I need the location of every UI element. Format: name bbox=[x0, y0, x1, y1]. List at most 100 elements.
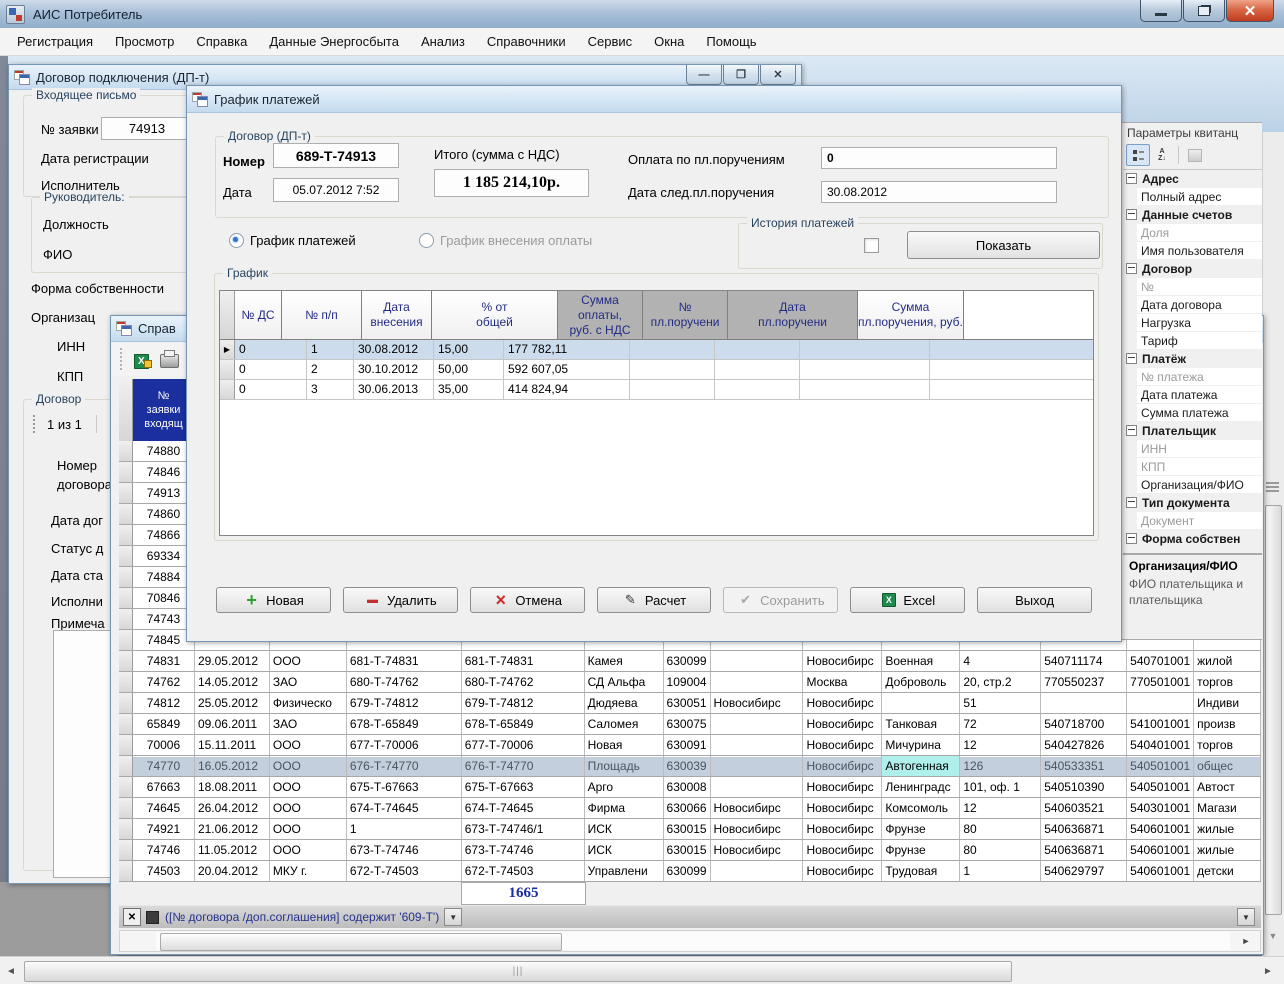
property-row[interactable]: Доля bbox=[1123, 224, 1262, 242]
menu-item[interactable]: Анализ bbox=[410, 30, 476, 53]
property-row[interactable]: КПП bbox=[1123, 458, 1262, 476]
dialog-button[interactable]: Расчет bbox=[596, 587, 712, 613]
dialog-button[interactable]: Сохранить bbox=[723, 587, 839, 613]
table-row[interactable]: 70006 15.11.2011 ООО 677-Т-70006 677-Т-7… bbox=[119, 735, 1262, 756]
record-pager[interactable]: 1 из 1 bbox=[33, 415, 97, 433]
column-header[interactable]: № пл.поручени bbox=[643, 291, 728, 339]
print-icon[interactable] bbox=[160, 350, 179, 368]
schedule-row[interactable]: 0 3 30.06.2013 35,00 414 824,94 bbox=[220, 380, 1093, 400]
property-row[interactable]: Форма собствен bbox=[1123, 530, 1262, 548]
table-row[interactable]: 74762 14.05.2012 ЗАО 680-Т-74762 680-Т-7… bbox=[119, 672, 1262, 693]
close-button[interactable]: ✕ bbox=[1226, 0, 1274, 22]
scroll-right-icon[interactable]: ► bbox=[1238, 933, 1254, 949]
property-row[interactable]: ИНН bbox=[1123, 440, 1262, 458]
show-button[interactable]: Показать bbox=[907, 231, 1100, 259]
collapse-icon[interactable] bbox=[1126, 425, 1137, 436]
collapse-icon[interactable] bbox=[1126, 353, 1137, 364]
property-row[interactable]: Договор bbox=[1123, 260, 1262, 278]
column-header[interactable]: Сумма оплаты, руб. с НДС bbox=[558, 291, 643, 339]
collapse-icon[interactable] bbox=[1126, 533, 1137, 544]
property-row[interactable]: Организация/ФИО bbox=[1123, 476, 1262, 494]
dialog-titlebar[interactable]: График платежей bbox=[187, 86, 1121, 113]
property-row[interactable]: Платёж bbox=[1123, 350, 1262, 368]
minimize-button[interactable] bbox=[1140, 0, 1182, 22]
dialog-button[interactable]: Отмена bbox=[469, 587, 585, 613]
restore-button[interactable] bbox=[1183, 0, 1225, 22]
radio-payment-entry[interactable]: График внесения оплаты bbox=[419, 233, 592, 248]
table-row[interactable]: 74645 26.04.2012 ООО 674-Т-74645 674-Т-7… bbox=[119, 798, 1262, 819]
column-header[interactable]: Дата внесения bbox=[362, 291, 432, 339]
property-pages-button[interactable] bbox=[1183, 144, 1207, 166]
property-row[interactable]: Плательщик bbox=[1123, 422, 1262, 440]
button-label: Выход bbox=[1015, 592, 1055, 608]
schedule-row[interactable]: 0 1 30.08.2012 15,00 177 782,11 bbox=[220, 340, 1093, 360]
dialog-button[interactable]: Excel bbox=[850, 587, 966, 613]
menu-item[interactable]: Помощь bbox=[695, 30, 767, 53]
column-header[interactable]: № п/п bbox=[282, 291, 362, 339]
table-row[interactable]: 74746 11.05.2012 ООО 673-Т-74746 673-Т-7… bbox=[119, 840, 1262, 861]
property-row[interactable]: Дата договора bbox=[1123, 296, 1262, 314]
column-header[interactable]: % от общей bbox=[432, 291, 558, 339]
categorized-view-button[interactable] bbox=[1126, 144, 1150, 166]
table-row[interactable]: 74831 29.05.2012 ООО 681-Т-74831 681-Т-7… bbox=[119, 651, 1262, 672]
filter-clear-icon[interactable]: ✕ bbox=[123, 908, 141, 926]
collapse-icon[interactable] bbox=[1126, 497, 1137, 508]
scroll-right-icon[interactable]: ► bbox=[1260, 962, 1276, 980]
filter-dropdown-icon[interactable]: ▼ bbox=[444, 908, 463, 926]
column-header[interactable]: № ДС bbox=[235, 291, 282, 339]
table-row[interactable]: 67663 18.08.2011 ООО 675-Т-67663 675-Т-6… bbox=[119, 777, 1262, 798]
column-header[interactable]: Дата пл.поручени bbox=[728, 291, 858, 339]
table-row[interactable]: 74503 20.04.2012 МКУ г. 672-Т-74503 672-… bbox=[119, 861, 1262, 882]
table-row[interactable]: 74770 16.05.2012 ООО 676-Т-74770 676-Т-7… bbox=[119, 756, 1262, 777]
contract-number-value: 689-Т-74913 bbox=[273, 143, 399, 168]
menu-item[interactable]: Справочники bbox=[476, 30, 577, 53]
menu-item[interactable]: Справка bbox=[185, 30, 258, 53]
request-no-field[interactable]: 74913 bbox=[101, 117, 193, 140]
scrollbar-thumb[interactable] bbox=[160, 933, 562, 951]
excel-export-icon[interactable] bbox=[134, 351, 152, 368]
property-row[interactable]: Тариф bbox=[1123, 332, 1262, 350]
scrollbar-thumb[interactable]: ||| bbox=[24, 961, 1012, 982]
scroll-left-icon[interactable]: ◄ bbox=[3, 962, 19, 980]
property-row[interactable]: Полный адрес bbox=[1123, 188, 1262, 206]
menu-item[interactable]: Окна bbox=[643, 30, 695, 53]
property-row[interactable]: № платежа bbox=[1123, 368, 1262, 386]
next-date-value[interactable]: 30.08.2012 bbox=[821, 181, 1057, 203]
child-restore-button[interactable]: ❒ bbox=[723, 65, 759, 85]
property-row[interactable]: Адрес bbox=[1123, 170, 1262, 188]
menu-item[interactable]: Сервис bbox=[577, 30, 644, 53]
property-row[interactable]: Сумма платежа bbox=[1123, 404, 1262, 422]
child-close-button[interactable]: ✕ bbox=[760, 65, 796, 85]
collapse-icon[interactable] bbox=[1126, 173, 1137, 184]
radio-payment-schedule[interactable]: График платежей bbox=[229, 233, 356, 248]
paid-value[interactable]: 0 bbox=[821, 147, 1057, 169]
scroll-down-icon[interactable]: ▼ bbox=[1265, 928, 1281, 944]
history-checkbox[interactable] bbox=[864, 238, 879, 253]
menu-item[interactable]: Просмотр bbox=[104, 30, 185, 53]
filter-checkbox[interactable] bbox=[146, 910, 159, 924]
dialog-button[interactable]: Новая bbox=[216, 587, 331, 613]
child-minimize-button[interactable]: — bbox=[686, 65, 722, 85]
property-row[interactable]: Документ bbox=[1123, 512, 1262, 530]
property-row[interactable]: Тип документа bbox=[1123, 494, 1262, 512]
dialog-button[interactable]: Выход bbox=[977, 587, 1093, 613]
property-row[interactable]: № bbox=[1123, 278, 1262, 296]
collapse-icon[interactable] bbox=[1126, 209, 1137, 220]
table-row[interactable]: 74812 25.05.2012 Физическо 679-Т-74812 6… bbox=[119, 693, 1262, 714]
property-row[interactable]: Данные счетов bbox=[1123, 206, 1262, 224]
schedule-row[interactable]: 0 2 30.10.2012 50,00 592 607,05 bbox=[220, 360, 1093, 380]
menu-item[interactable]: Данные Энергосбыта bbox=[258, 30, 410, 53]
property-row[interactable]: Имя пользователя bbox=[1123, 242, 1262, 260]
dialog-button[interactable]: Удалить bbox=[342, 587, 458, 613]
menu-item[interactable]: Регистрация bbox=[6, 30, 104, 53]
table-row[interactable]: 65849 09.06.2011 ЗАО 678-Т-65849 678-Т-6… bbox=[119, 714, 1262, 735]
alphabetical-sort-button[interactable]: A Z↓ bbox=[1150, 144, 1174, 166]
property-row[interactable]: Нагрузка bbox=[1123, 314, 1262, 332]
collapse-icon[interactable] bbox=[1126, 263, 1137, 274]
column-header[interactable]: Сумма пл.поручения, руб. bbox=[858, 291, 964, 339]
table-row[interactable]: 74921 21.06.2012 ООО 1 673-Т-74746/1 ИСК… bbox=[119, 819, 1262, 840]
splitter-grip-icon[interactable] bbox=[1266, 481, 1279, 493]
property-row[interactable]: Дата платежа bbox=[1123, 386, 1262, 404]
filter-dropdown-far-icon[interactable]: ▼ bbox=[1237, 908, 1255, 926]
vertical-scrollbar-thumb[interactable] bbox=[1265, 505, 1282, 915]
